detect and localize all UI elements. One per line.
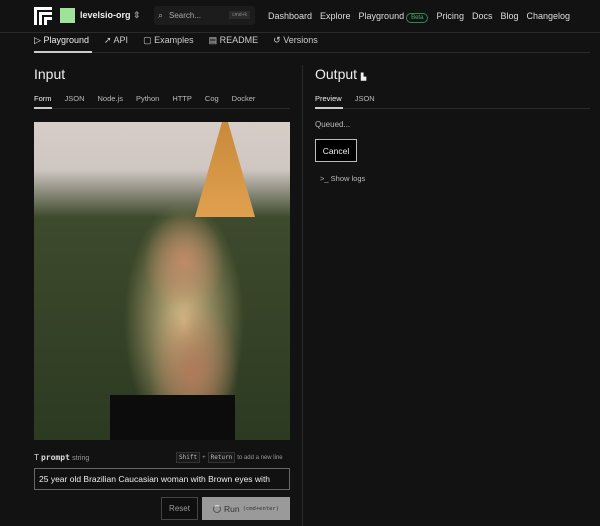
main-nav: Dashboard Explore Playground Beta Pricing… xyxy=(268,11,570,23)
book-icon: ▢ xyxy=(143,35,152,45)
nav-blog[interactable]: Blog xyxy=(500,11,518,21)
kbd-return: Return xyxy=(207,452,236,463)
input-image xyxy=(34,122,290,440)
tab-python[interactable]: Python xyxy=(136,94,159,103)
model-tabs: ▷ Playground ➚ API ▢ Examples ▤ README ↺… xyxy=(34,35,318,46)
chevron-updown-icon: ⇕ xyxy=(133,10,141,20)
tab-json[interactable]: JSON xyxy=(65,94,85,103)
active-tab-indicator xyxy=(315,107,343,109)
input-image-detail xyxy=(110,395,235,440)
tab-label: API xyxy=(113,35,129,45)
nav-pricing[interactable]: Pricing xyxy=(436,11,464,21)
document-icon: ▤ xyxy=(208,35,218,45)
search-input[interactable]: ⌕ Search... cmd+k xyxy=(154,6,255,25)
run-shortcut: (cmd+enter) xyxy=(242,505,280,512)
tab-playground[interactable]: ▷ Playground xyxy=(34,35,89,46)
nav-dashboard[interactable]: Dashboard xyxy=(268,11,312,21)
kbd-shift: Shift xyxy=(176,452,201,463)
tab-label: README xyxy=(219,35,259,45)
reset-button[interactable]: Reset xyxy=(161,497,198,520)
tab-versions[interactable]: ↺ Versions xyxy=(273,35,318,46)
output-tabs: Preview JSON xyxy=(315,94,375,103)
tab-label: Versions xyxy=(283,35,318,45)
panel-divider xyxy=(302,65,303,526)
org-switcher[interactable]: levelsio-org ⇕ xyxy=(80,10,141,21)
tab-readme[interactable]: ▤ README xyxy=(209,35,259,46)
field-type: string xyxy=(72,455,90,462)
tab-cog[interactable]: Cog xyxy=(205,94,219,103)
tab-api[interactable]: ➚ API xyxy=(104,35,128,46)
tab-examples[interactable]: ▢ Examples xyxy=(143,35,194,46)
plus: + xyxy=(202,454,206,461)
cancel-button[interactable]: Cancel xyxy=(315,139,357,162)
prompt-label: T prompt string xyxy=(34,453,89,462)
run-button[interactable]: Run (cmd+enter) xyxy=(202,497,290,520)
nav-changelog[interactable]: Changelog xyxy=(526,11,570,21)
history-icon: ↺ xyxy=(273,35,281,45)
spinner-icon xyxy=(212,504,221,513)
tab-nodejs[interactable]: Node.js xyxy=(98,94,123,103)
input-title: Input xyxy=(34,66,66,82)
search-icon: ⌕ xyxy=(158,10,164,20)
nav-playground[interactable]: Playground Beta xyxy=(358,11,429,23)
nav-docs[interactable]: Docs xyxy=(472,11,493,21)
nav-playground-label: Playground xyxy=(358,11,405,21)
search-placeholder: Search... xyxy=(169,11,202,20)
rocket-icon: ➚ xyxy=(103,35,112,45)
chart-icon: ▙ xyxy=(360,74,367,81)
beta-badge: Beta xyxy=(406,13,429,23)
nav-explore[interactable]: Explore xyxy=(320,11,351,21)
org-name: levelsio-org xyxy=(80,10,131,20)
output-title: Output ▙ xyxy=(315,66,366,82)
tab-output-json[interactable]: JSON xyxy=(355,94,375,103)
prompt-input[interactable]: 25 year old Brazilian Caucasian woman wi… xyxy=(34,468,290,490)
tab-http[interactable]: HTTP xyxy=(172,94,192,103)
tab-label: Playground xyxy=(43,35,89,45)
output-title-text: Output xyxy=(315,66,358,82)
play-icon: ▷ xyxy=(34,35,41,45)
tab-form[interactable]: Form xyxy=(34,94,52,103)
show-logs-label: Show logs xyxy=(330,174,366,183)
active-tab-indicator xyxy=(34,51,92,53)
divider xyxy=(315,108,590,109)
search-shortcut: cmd+k xyxy=(229,11,250,19)
tab-docker[interactable]: Docker xyxy=(232,94,256,103)
active-tab-indicator xyxy=(34,107,52,109)
tab-preview[interactable]: Preview xyxy=(315,94,342,103)
divider xyxy=(34,108,290,109)
show-logs-button[interactable]: >_ Show logs xyxy=(320,174,365,183)
org-avatar xyxy=(60,8,75,23)
tab-label: Examples xyxy=(154,35,194,45)
replicate-logo-icon[interactable] xyxy=(34,7,52,25)
field-name: prompt xyxy=(40,453,70,462)
text-type-icon: T xyxy=(34,453,39,462)
newline-hint: Shift + Return to add a new line xyxy=(176,452,283,463)
hint-text: to add a new line xyxy=(237,454,283,461)
terminal-icon: >_ xyxy=(320,174,329,183)
input-tabs: Form JSON Node.js Python HTTP Cog Docker xyxy=(34,94,255,103)
run-label: Run xyxy=(223,503,240,514)
status-text: Queued... xyxy=(315,120,351,129)
divider xyxy=(34,52,590,53)
